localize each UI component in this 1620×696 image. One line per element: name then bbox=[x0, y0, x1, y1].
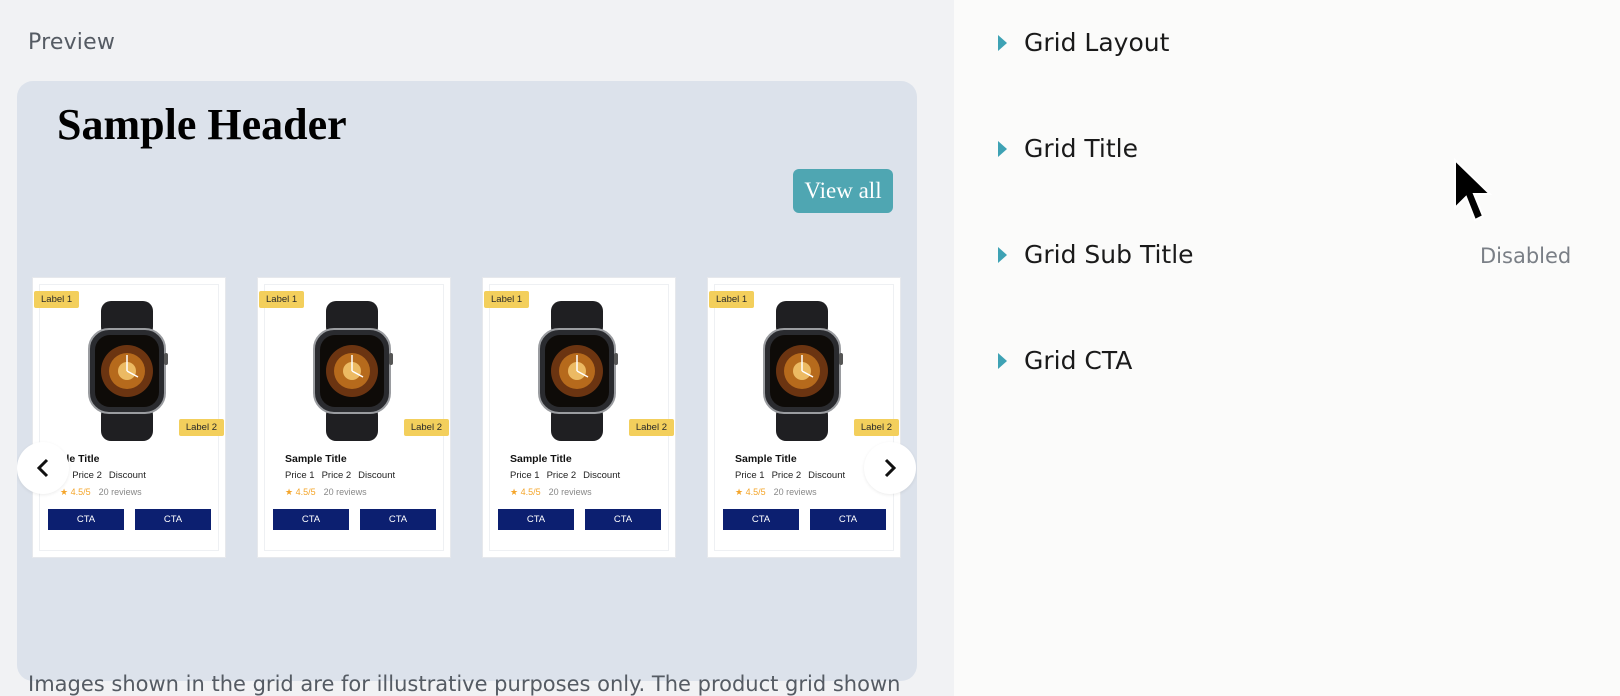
watch-image bbox=[313, 301, 393, 441]
preview-label: Preview bbox=[28, 30, 116, 55]
carousel-next-button[interactable] bbox=[864, 442, 916, 494]
star-icon: ★ bbox=[510, 487, 521, 497]
mouse-pointer-icon bbox=[1454, 158, 1493, 222]
label-1-badge: Label 1 bbox=[709, 291, 755, 308]
caret-right-icon bbox=[998, 34, 1007, 51]
caret-right-icon bbox=[998, 352, 1007, 369]
cta-button-2[interactable]: CTA bbox=[810, 509, 886, 530]
product-card[interactable]: Label 1 Label 2 ple Title 1Price 2Discou… bbox=[32, 277, 226, 558]
rating-score: 4.5/5 bbox=[70, 487, 91, 497]
preview-panel: Preview Sample Header View all Label 1 L… bbox=[0, 0, 954, 696]
cta-button-1[interactable]: CTA bbox=[723, 509, 799, 530]
section-title: Grid Sub Title bbox=[1024, 240, 1194, 269]
price-2: Price 2 bbox=[321, 470, 352, 481]
card-title: Sample Title bbox=[285, 453, 347, 465]
grid-header: Sample Header bbox=[57, 100, 347, 149]
price-1: Price 1 bbox=[735, 470, 765, 481]
cta-button-1[interactable]: CTA bbox=[498, 509, 574, 530]
carousel-prev-button[interactable] bbox=[17, 442, 69, 494]
section-grid-layout[interactable]: Grid Layout bbox=[998, 28, 1169, 57]
cta-button-2[interactable]: CTA bbox=[360, 509, 436, 530]
view-all-button[interactable]: View all bbox=[793, 169, 893, 213]
price-2: Price 2 bbox=[771, 470, 802, 481]
section-title: Grid Layout bbox=[1024, 28, 1170, 57]
label-1-badge: Label 1 bbox=[34, 291, 80, 308]
star-icon: ★ bbox=[60, 487, 71, 497]
card-title: Sample Title bbox=[510, 453, 572, 465]
discount: Discount bbox=[808, 470, 846, 481]
card-prices: 1Price 2Discount bbox=[60, 470, 153, 481]
card-rating: ★ 4.5/5 20 reviews bbox=[510, 487, 592, 498]
star-icon: ★ bbox=[735, 487, 746, 497]
section-grid-cta[interactable]: Grid CTA bbox=[998, 346, 1132, 375]
label-2-badge: Label 2 bbox=[628, 419, 674, 436]
chevron-right-icon bbox=[884, 458, 897, 478]
cta-button-1[interactable]: CTA bbox=[273, 509, 349, 530]
label-1-badge: Label 1 bbox=[259, 291, 305, 308]
card-prices: Price 1 Price 2 Discount bbox=[285, 470, 402, 481]
product-card[interactable]: Label 1 Label 2 Sample Title Price 1 Pric… bbox=[257, 277, 451, 558]
price-1: Price 1 bbox=[285, 470, 315, 481]
card-prices: Price 1 Price 2 Discount bbox=[735, 470, 852, 481]
label-2-badge: Label 2 bbox=[178, 419, 224, 436]
price-2: Price 2 bbox=[72, 470, 102, 481]
rating-score: 4.5/5 bbox=[520, 487, 541, 497]
cta-button-2[interactable]: CTA bbox=[135, 509, 211, 530]
discount: Discount bbox=[583, 470, 621, 481]
caret-right-icon bbox=[998, 140, 1007, 157]
chevron-left-icon bbox=[36, 458, 49, 478]
rating-score: 4.5/5 bbox=[295, 487, 316, 497]
card-prices: Price 1 Price 2 Discount bbox=[510, 470, 627, 481]
price-1: Price 1 bbox=[510, 470, 540, 481]
review-count: 20 reviews bbox=[773, 487, 817, 497]
watch-image bbox=[763, 301, 843, 441]
label-1-badge: Label 1 bbox=[484, 291, 530, 308]
card-title: Sample Title bbox=[735, 453, 797, 465]
cta-button-1[interactable]: CTA bbox=[48, 509, 124, 530]
section-grid-title[interactable]: Grid Title bbox=[998, 134, 1138, 163]
star-icon: ★ bbox=[285, 487, 296, 497]
status-label: Disabled bbox=[1480, 244, 1572, 268]
watch-image bbox=[88, 301, 168, 441]
settings-panel: Grid Layout Grid Title Grid Sub Title Di… bbox=[954, 0, 1620, 696]
review-count: 20 reviews bbox=[323, 487, 367, 497]
product-card[interactable]: Label 1 Label 2 Sample Title Price 1 Pric… bbox=[707, 277, 901, 558]
label-2-badge: Label 2 bbox=[403, 419, 449, 436]
label-2-badge: Label 2 bbox=[853, 419, 899, 436]
card-rating: ★ 4.5/5 20 reviews bbox=[285, 487, 367, 498]
discount: Discount bbox=[358, 470, 396, 481]
section-title: Grid CTA bbox=[1024, 346, 1133, 375]
preview-canvas: Sample Header View all Label 1 Label 2 p… bbox=[17, 81, 917, 681]
section-title: Grid Title bbox=[1024, 134, 1138, 163]
watch-image bbox=[538, 301, 618, 441]
review-count: 20 reviews bbox=[548, 487, 592, 497]
caret-right-icon bbox=[998, 246, 1007, 263]
product-card[interactable]: Label 1 Label 2 Sample Title Price 1 Pric… bbox=[482, 277, 676, 558]
disclaimer-text: Images shown in the grid are for illustr… bbox=[28, 672, 901, 696]
section-grid-sub-title[interactable]: Grid Sub Title bbox=[998, 240, 1194, 269]
review-count: 20 reviews bbox=[98, 487, 142, 497]
card-rating: ★ 4.5/5 20 reviews bbox=[735, 487, 817, 498]
rating-score: 4.5/5 bbox=[745, 487, 766, 497]
card-rating: ★ 4.5/5 20 reviews bbox=[60, 487, 142, 498]
cta-button-2[interactable]: CTA bbox=[585, 509, 661, 530]
price-2: Price 2 bbox=[546, 470, 577, 481]
discount: Discount bbox=[108, 470, 146, 481]
